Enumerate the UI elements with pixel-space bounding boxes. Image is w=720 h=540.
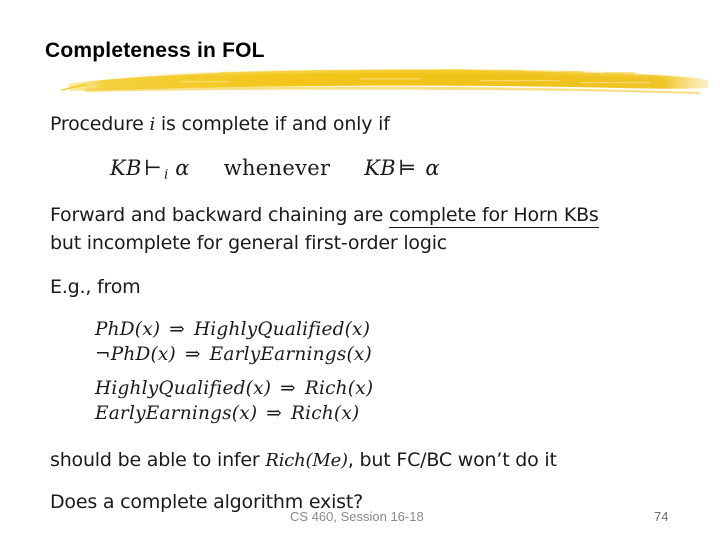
rule-consequent: HighlyQualified(x) bbox=[193, 319, 371, 340]
equation-connector: whenever bbox=[223, 156, 331, 180]
procedure-statement: Procedure i is complete if and only if bbox=[50, 113, 390, 135]
equation-rhs-kb: KB bbox=[364, 156, 397, 180]
completeness-equation: KB⊢ i α whenever KB⊨ α bbox=[110, 156, 440, 183]
slide-canvas: Completeness in FOL Procedure i is compl… bbox=[0, 0, 720, 540]
procedure-suffix: is complete if and only if bbox=[160, 113, 390, 135]
equation-rhs-alpha: α bbox=[425, 156, 440, 180]
entails-icon: ⊨ bbox=[398, 156, 417, 180]
turnstile-subscript: i bbox=[164, 167, 169, 183]
procedure-prefix: Procedure bbox=[50, 113, 144, 135]
equation-lhs-alpha: α bbox=[175, 156, 190, 180]
rule-item: HighlyQualified(x) ⇒ Rich(x) bbox=[95, 378, 373, 399]
rule-consequent: EarlyEarnings(x) bbox=[209, 344, 372, 365]
chaining-statement-line-2: but incomplete for general first-order l… bbox=[50, 232, 448, 254]
rule-antecedent: EarlyEarnings(x) bbox=[95, 403, 258, 424]
brushstroke-underline-icon bbox=[60, 69, 708, 94]
rule-consequent: Rich(x) bbox=[290, 403, 360, 424]
rule-item: EarlyEarnings(x) ⇒ Rich(x) bbox=[95, 403, 359, 424]
rule-antecedent: PhD(x) bbox=[95, 319, 161, 340]
procedure-variable: i bbox=[149, 114, 156, 135]
negation-icon: ¬ bbox=[95, 344, 111, 365]
rule-consequent: Rich(x) bbox=[304, 378, 374, 399]
rule-antecedent: HighlyQualified(x) bbox=[95, 378, 272, 399]
implies-icon: ⇒ bbox=[266, 403, 282, 424]
footer-course-label: CS 460, Session 16-18 bbox=[290, 509, 424, 524]
rule-item: ¬PhD(x) ⇒ EarlyEarnings(x) bbox=[95, 344, 372, 365]
page-title: Completeness in FOL bbox=[45, 39, 265, 62]
rule-item: PhD(x) ⇒ HighlyQualified(x) bbox=[95, 319, 370, 340]
implies-icon: ⇒ bbox=[184, 344, 201, 365]
turnstile-icon: ⊢ bbox=[143, 156, 163, 180]
inference-statement: should be able to infer Rich(Me), but FC… bbox=[50, 449, 557, 471]
footer-page-number: 74 bbox=[654, 509, 669, 524]
inference-suffix: , but FC/BC won’t do it bbox=[347, 449, 557, 471]
example-intro: E.g., from bbox=[50, 276, 141, 298]
chaining-emphasis: complete for Horn KBs bbox=[389, 204, 599, 228]
inference-goal: Rich(Me) bbox=[265, 450, 348, 471]
chaining-prefix: Forward and backward chaining are bbox=[50, 204, 389, 226]
rule-antecedent: PhD(x) bbox=[110, 344, 176, 365]
implies-icon: ⇒ bbox=[280, 378, 296, 399]
inference-prefix: should be able to infer bbox=[50, 449, 266, 471]
equation-lhs-kb: KB bbox=[110, 156, 142, 180]
chaining-statement-line-1: Forward and backward chaining are comple… bbox=[50, 204, 599, 228]
implies-icon: ⇒ bbox=[169, 319, 185, 340]
